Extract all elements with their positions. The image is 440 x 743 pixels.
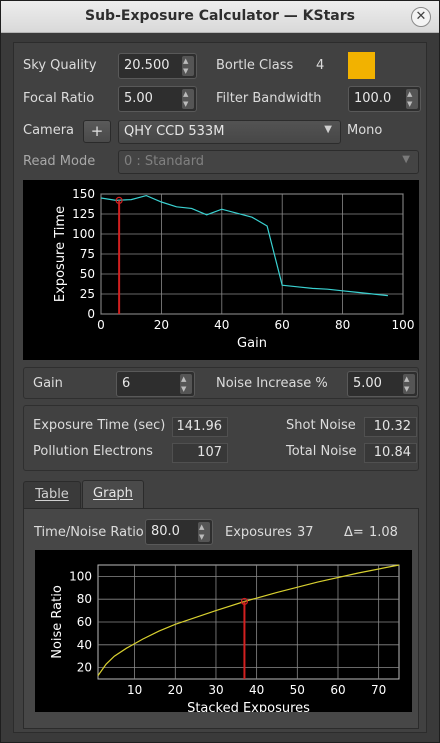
series-line [97,564,400,676]
x-tick-label: 80 [335,318,350,332]
camera-select[interactable]: QHY CCD 533M ▼ [118,120,341,144]
x-tick-label: 60 [330,683,345,697]
bortle-class-value: 4 [316,58,325,73]
gain-noise-group: Gain 6 ▲ ▼ Noise Increase % 5.00 ▲ ▼ [23,367,419,399]
noise-increase-label: Noise Increase % [216,376,328,391]
gain-spinbox[interactable]: 6 ▲ ▼ [116,371,195,397]
time-noise-ratio-spinbox[interactable]: 80.0 ▲ ▼ [145,519,213,545]
series-line [100,194,388,297]
total-noise-label: Total Noise [286,444,357,459]
x-tick-label: 0 [97,318,105,332]
exposure-time-label: Exposure Time (sec) [33,418,166,433]
exposures-label: Exposures [225,525,292,540]
tab-table[interactable]: Table [23,481,81,509]
sensor-type-label: Mono [347,123,383,138]
y-tick-label: 20 [77,661,92,675]
y-tick-label: 60 [77,615,92,629]
focal-ratio-spinbox[interactable]: 5.00 ▲ ▼ [118,86,197,112]
x-tick-label: 30 [208,683,223,697]
x-tick-label: 50 [290,683,305,697]
y-tick-label: 100 [72,227,95,241]
noise-increase-stepper-icon[interactable]: ▲ ▼ [403,374,415,394]
filter-bandwidth-value: 100.0 [354,91,392,106]
bortle-class-label: Bortle Class [216,58,294,73]
y-tick-label: 50 [80,267,95,281]
sky-quality-label: Sky Quality [23,58,97,73]
y-axis-title: Exposure Time [53,206,68,302]
y-tick-label: 25 [80,287,95,301]
x-tick-label: 60 [275,318,290,332]
time-noise-ratio-stepper-icon[interactable]: ▲ ▼ [198,522,210,542]
x-axis-title: Stacked Exposures [187,701,310,712]
graph-tab-pane: Time/Noise Ratio 80.0 ▲ ▼ Exposures 37 Δ=… [23,508,419,729]
noise-ratio-chart-svg: 10 20 30 40 50 60 70 20 40 60 80 100 Stacked Exposur… [50,564,400,716]
pollution-electrons-value: 107 [172,443,228,463]
chevron-down-icon: ▼ [402,154,410,165]
x-tick-label: 40 [214,318,229,332]
focal-ratio-value: 5.00 [124,91,153,106]
sky-quality-spinbox[interactable]: 20.500 ▲ ▼ [118,53,197,79]
exposure-gain-chart-svg: 0 20 40 60 80 100 0 25 50 75 100 125 150 Gain Exposure… [53,187,415,351]
y-tick-label: 150 [72,187,95,201]
x-axis-title: Gain [237,336,267,351]
sub-exposure-calculator-window: Sub-Exposure Calculator — KStars ✕ Sky Q… [0,0,440,743]
bortle-color-swatch [348,52,375,79]
tab-graph-label: Graph [93,486,133,501]
camera-selected-value: QHY CCD 533M [124,124,225,139]
camera-label: Camera [23,123,75,138]
focal-ratio-stepper-icon[interactable]: ▲ ▼ [182,89,194,109]
noise-ratio-chart[interactable]: 10 20 30 40 50 60 70 20 40 60 80 100 Stacked Exposur… [35,550,412,716]
y-tick-label: 100 [69,569,92,583]
x-tick-label: 10 [127,683,142,697]
delta-value: 1.08 [369,525,398,540]
pollution-electrons-label: Pollution Electrons [33,444,153,459]
sky-quality-stepper-icon[interactable]: ▲ ▼ [182,56,194,76]
time-noise-ratio-value: 80.0 [151,524,180,539]
window-title: Sub-Exposure Calculator — KStars [85,8,355,24]
add-camera-button[interactable]: + [83,120,111,143]
sky-quality-value: 20.500 [124,58,170,73]
x-tick-label: 20 [154,318,169,332]
title-bar[interactable]: Sub-Exposure Calculator — KStars ✕ [1,1,439,33]
filter-bandwidth-stepper-icon[interactable]: ▲ ▼ [406,89,418,109]
shot-noise-label: Shot Noise [286,418,356,433]
x-tick-label: 70 [371,683,386,697]
results-group: Exposure Time (sec) 141.96 Shot Noise 10… [23,405,419,471]
chevron-down-icon: ▼ [324,124,332,135]
exposure-time-value: 141.96 [172,417,228,437]
y-tick-label: 0 [87,307,95,321]
exposure-gain-chart[interactable]: 0 20 40 60 80 100 0 25 50 75 100 125 150 Gain Exposure… [23,180,419,360]
tab-graph[interactable]: Graph [82,480,144,509]
time-noise-ratio-label: Time/Noise Ratio [34,525,144,540]
main-panel: Sky Quality 20.500 ▲ ▼ Bortle Class 4 Foc… [13,42,427,733]
noise-increase-value: 5.00 [353,376,382,391]
x-tick-label: 100 [392,318,415,332]
y-tick-label: 80 [77,592,92,606]
gain-label: Gain [33,376,63,391]
y-axis-title: Noise Ratio [50,585,65,659]
shot-noise-value: 10.32 [364,417,417,437]
noise-increase-spinbox[interactable]: 5.00 ▲ ▼ [347,371,418,397]
read-mode-selected-value: 0 : Standard [124,154,205,169]
delta-label: Δ= [344,525,364,540]
read-mode-label: Read Mode [23,154,96,169]
focal-ratio-label: Focal Ratio [23,91,95,106]
read-mode-select[interactable]: 0 : Standard ▼ [118,150,419,174]
x-tick-label: 40 [249,683,264,697]
y-tick-label: 40 [77,638,92,652]
filter-bandwidth-spinbox[interactable]: 100.0 ▲ ▼ [348,86,421,112]
close-icon[interactable]: ✕ [411,7,431,27]
exposures-value: 37 [297,525,314,540]
filter-bandwidth-label: Filter Bandwidth [216,91,322,106]
y-tick-label: 75 [80,247,95,261]
gain-value: 6 [122,376,131,391]
y-tick-label: 125 [72,207,95,221]
x-tick-label: 20 [168,683,183,697]
total-noise-value: 10.84 [364,443,417,463]
tab-table-label: Table [35,487,69,502]
gain-stepper-icon[interactable]: ▲ ▼ [180,374,192,394]
